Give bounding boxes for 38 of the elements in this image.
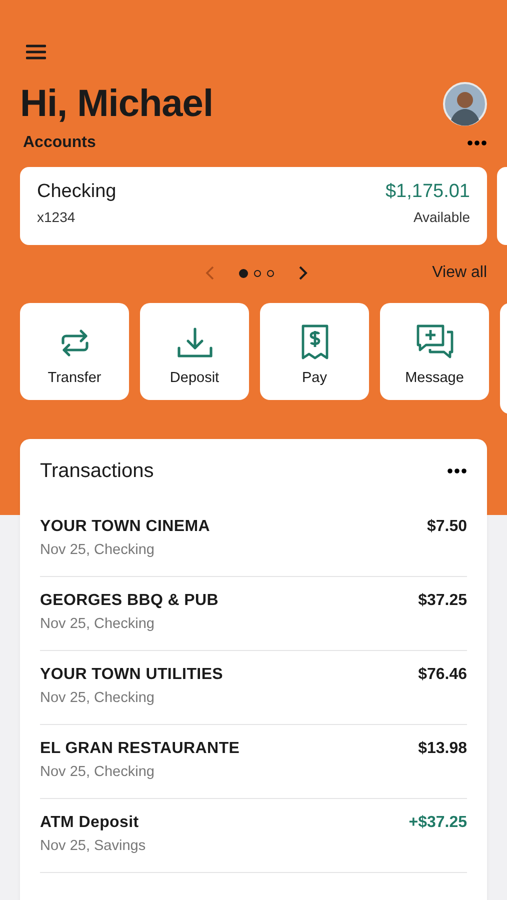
download-tray-icon: [176, 326, 214, 360]
account-balance: $1,175.01: [385, 181, 470, 203]
greeting: Hi, Michael: [20, 82, 213, 126]
transaction-detail: Nov 25, Checking: [40, 542, 156, 558]
view-all-link[interactable]: View all: [432, 264, 487, 282]
page-dot[interactable]: [267, 270, 274, 276]
next-icon[interactable]: [298, 266, 308, 280]
transaction-name[interactable]: ATM Deposit: [40, 814, 146, 832]
transaction-detail: Nov 25, Checking: [40, 764, 156, 780]
transaction-amount: $37.25: [418, 592, 467, 610]
accounts-heading: Accounts: [23, 134, 96, 152]
account-name: Checking: [37, 181, 116, 203]
transactions-title: Transactions: [40, 460, 154, 482]
transaction-detail: Nov 25, Savings: [40, 838, 146, 854]
transaction-name[interactable]: YOUR TOWN UTILITIES: [40, 666, 224, 684]
menu-icon[interactable]: [26, 44, 46, 60]
account-number: x1234: [37, 209, 76, 225]
balance-label: Available: [413, 209, 470, 225]
deposit-button[interactable]: Deposit: [140, 303, 249, 400]
transaction-name[interactable]: EL GRAN RESTAURANTE: [40, 740, 240, 758]
account-card[interactable]: Checking x1234 $1,175.01 Available: [20, 167, 487, 245]
page-dot[interactable]: [254, 270, 261, 276]
transaction-detail: Nov 25, Checking: [40, 690, 156, 706]
more-icon[interactable]: [467, 140, 487, 146]
transaction-detail: Nov 25, Checking: [40, 616, 156, 632]
chat-plus-icon: [416, 324, 454, 360]
transaction-amount: $7.50: [426, 518, 467, 536]
pay-button[interactable]: Pay: [260, 303, 369, 400]
more-icon[interactable]: [447, 468, 467, 474]
transfer-button[interactable]: Transfer: [20, 303, 129, 400]
dollar-receipt-icon: [300, 324, 328, 360]
avatar[interactable]: [443, 82, 487, 126]
transaction-amount: $13.98: [418, 740, 467, 758]
transaction-amount: +$37.25: [408, 814, 467, 832]
transaction-name[interactable]: GEORGES BBQ & PUB: [40, 592, 219, 610]
transaction-amount: $76.46: [418, 666, 467, 684]
transaction-name[interactable]: YOUR TOWN CINEMA: [40, 518, 210, 536]
message-button[interactable]: Message: [380, 303, 489, 400]
